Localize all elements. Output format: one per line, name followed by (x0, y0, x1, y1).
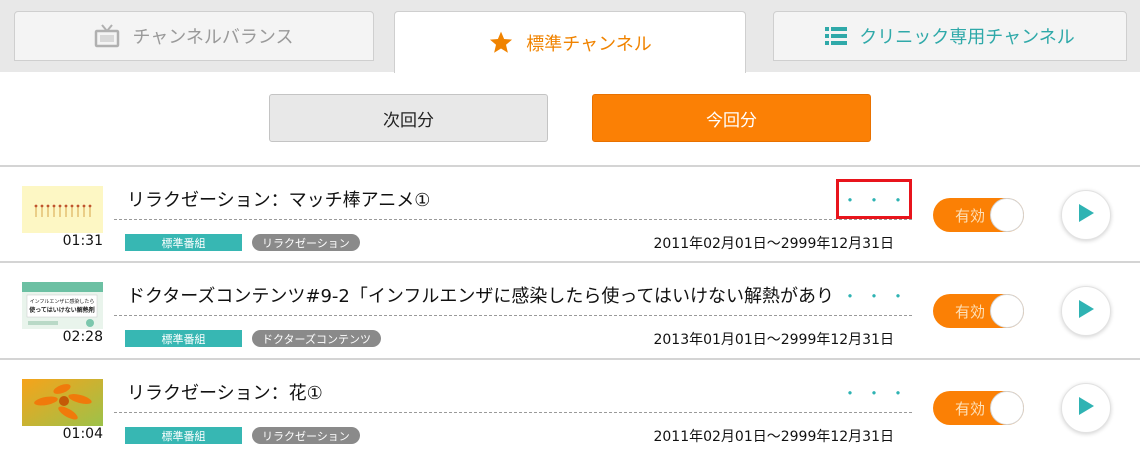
list-item: 01:04 リラクゼーション：花① ・・・ 標準番組 リラクゼーション 2011… (0, 360, 1140, 454)
tab-label: クリニック専用チャンネル (859, 27, 1075, 48)
play-button[interactable] (1061, 383, 1111, 433)
play-icon (1077, 299, 1095, 323)
duration: 01:31 (62, 233, 103, 249)
play-button[interactable] (1061, 286, 1111, 336)
play-icon (1077, 396, 1095, 420)
play-icon (1077, 203, 1095, 227)
broadcast-period: 2011年02月01日～2999年12月31日 (653, 429, 894, 445)
enabled-toggle[interactable]: 有効 (933, 391, 1024, 425)
tv-icon (94, 24, 120, 48)
toggle-label: 有効 (955, 207, 986, 225)
channel-tab-bar: チャンネルバランス 標準チャンネル クリニック専用チャンネル (0, 0, 1140, 73)
svg-text:インフルエンザに感染したら: インフルエンザに感染したら (30, 298, 95, 305)
category-tag: リラクゼーション (252, 234, 360, 251)
toggle-knob (990, 198, 1024, 232)
tab-label: チャンネルバランス (132, 27, 294, 48)
star-icon (488, 30, 514, 55)
more-options-button[interactable]: ・・・ (836, 179, 912, 219)
tab-clinic-channel[interactable]: クリニック専用チャンネル (773, 11, 1127, 61)
more-options-button[interactable]: ・・・ (836, 275, 912, 315)
duration: 02:28 (62, 329, 103, 345)
broadcast-period: 2013年01月01日～2999年12月31日 (653, 332, 894, 348)
doctors-thumbnail[interactable]: インフルエンザに感染したら 使ってはいけない解熱剤 (22, 282, 103, 329)
enabled-toggle[interactable]: 有効 (933, 294, 1024, 328)
tab-channel-balance[interactable]: チャンネルバランス (14, 11, 374, 61)
category-tag: リラクゼーション (252, 427, 360, 444)
matchsticks-thumbnail[interactable] (22, 186, 103, 233)
tab-label: 標準チャンネル (526, 33, 652, 55)
play-button[interactable] (1061, 190, 1111, 240)
more-options-button[interactable]: ・・・ (836, 372, 912, 412)
item-title: リラクゼーション：花① (127, 383, 323, 404)
dashed-divider (114, 315, 912, 316)
list-icon (825, 26, 848, 46)
toggle-knob (990, 391, 1024, 425)
next-period-button[interactable]: 次回分 (269, 94, 548, 142)
toggle-knob (990, 294, 1024, 328)
current-period-button[interactable]: 今回分 (592, 94, 871, 142)
item-title: ドクターズコンテンツ#9-2「インフルエンザに感染したら使ってはいけない解熱があ… (127, 286, 835, 307)
genre-tag: 標準番組 (125, 427, 242, 444)
category-tag: ドクターズコンテンツ (252, 330, 382, 347)
toggle-label: 有効 (955, 400, 986, 418)
toggle-label: 有効 (955, 303, 986, 321)
svg-text:使ってはいけない解熱剤: 使ってはいけない解熱剤 (28, 306, 95, 314)
tab-standard-channel[interactable]: 標準チャンネル (394, 11, 746, 73)
enabled-toggle[interactable]: 有効 (933, 198, 1024, 232)
dashed-divider (114, 412, 912, 413)
list-item: 01:31 リラクゼーション：マッチ棒アニメ① ・・・ 標準番組 リラクゼーショ… (0, 167, 1140, 261)
genre-tag: 標準番組 (125, 330, 242, 347)
broadcast-period: 2011年02月01日～2999年12月31日 (653, 236, 894, 252)
flower-thumbnail[interactable] (22, 379, 103, 426)
dashed-divider (114, 219, 912, 220)
list-item: インフルエンザに感染したら 使ってはいけない解熱剤 02:28 ドクターズコンテ… (0, 263, 1140, 357)
duration: 01:04 (62, 426, 103, 442)
genre-tag: 標準番組 (125, 234, 242, 251)
item-title: リラクゼーション：マッチ棒アニメ① (127, 190, 431, 211)
